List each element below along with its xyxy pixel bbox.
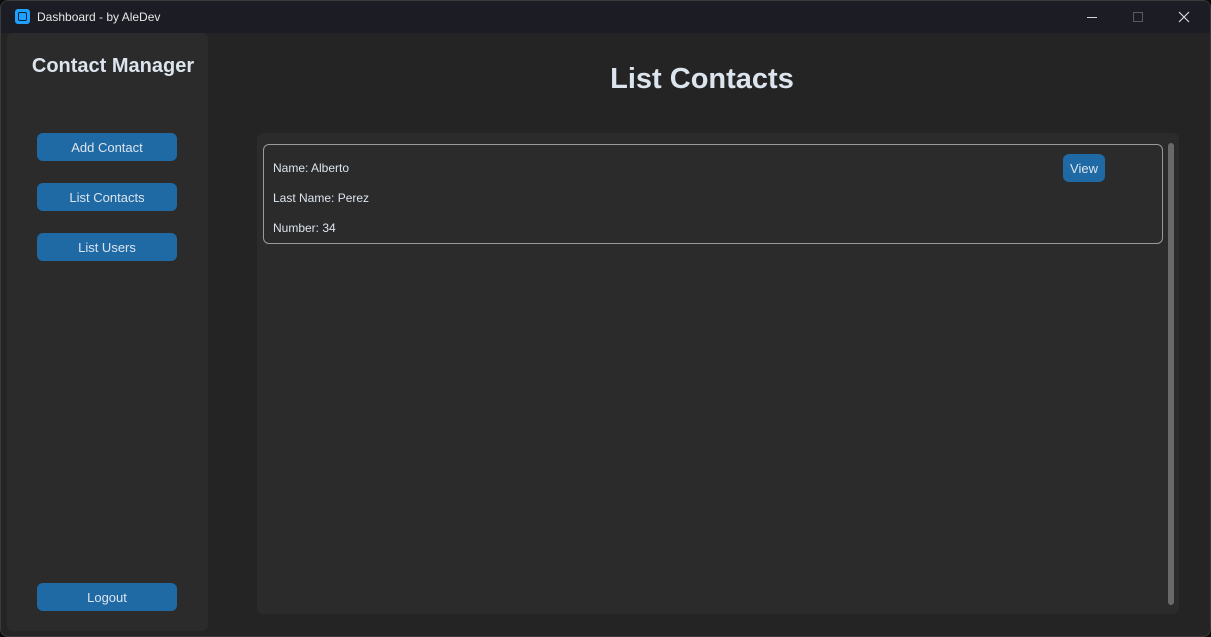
contact-name: Name: Alberto [273, 161, 350, 175]
maximize-icon [1133, 12, 1143, 22]
contacts-list-panel: Name: Alberto Last Name: Perez Number: 3… [257, 133, 1179, 614]
page-title: List Contacts [610, 63, 794, 95]
close-button[interactable] [1161, 1, 1207, 33]
contact-card: Name: Alberto Last Name: Perez Number: 3… [263, 144, 1163, 244]
add-contact-button[interactable]: Add Contact [37, 133, 177, 161]
title-bar: Dashboard - by AleDev [1, 1, 1210, 33]
app-window: Dashboard - by AleDev Contact Manager Ad… [0, 0, 1211, 637]
contact-last-name: Last Name: Perez [273, 191, 370, 205]
sidebar: Contact Manager Add Contact List Contact… [7, 33, 208, 631]
app-icon [15, 9, 30, 24]
window-title: Dashboard - by AleDev [37, 10, 161, 24]
minimize-button[interactable] [1069, 1, 1115, 33]
maximize-button[interactable] [1115, 1, 1161, 33]
logout-button[interactable]: Logout [37, 583, 177, 611]
minimize-icon [1087, 16, 1097, 18]
scrollbar[interactable] [1168, 143, 1174, 605]
sidebar-title: Contact Manager [31, 55, 195, 77]
contact-number: Number: 34 [273, 221, 336, 235]
list-contacts-button[interactable]: List Contacts [37, 183, 177, 211]
close-icon [1178, 11, 1190, 23]
view-contact-button[interactable]: View [1063, 154, 1105, 182]
list-users-button[interactable]: List Users [37, 233, 177, 261]
